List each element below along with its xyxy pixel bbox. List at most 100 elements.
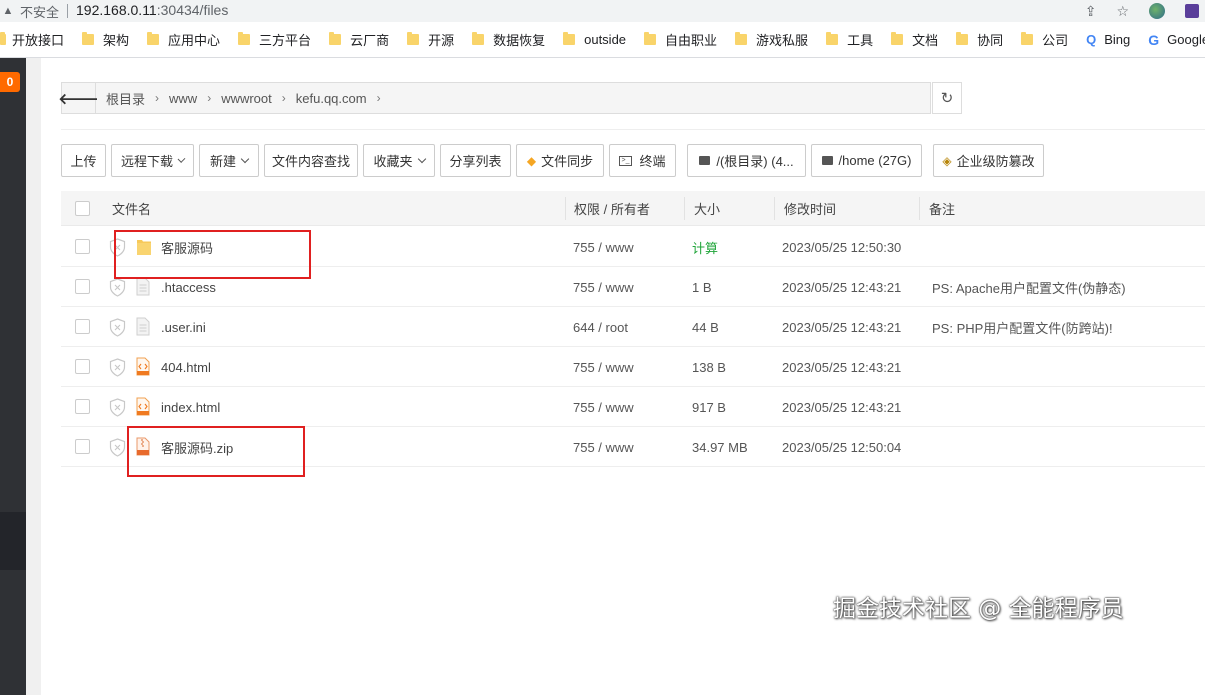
file-modified: 2023/05/25 12:43:21 — [782, 399, 902, 415]
header-name[interactable]: 文件名 — [112, 191, 151, 226]
chevron-down-icon — [240, 154, 250, 163]
disk-home-label: /home (27G) — [838, 153, 912, 168]
breadcrumb-label: wwwroot — [221, 90, 272, 106]
file-permission[interactable]: 755 / www — [573, 227, 634, 267]
security-warning[interactable]: ▲ 不安全 — [2, 2, 59, 21]
sidebar-active-item[interactable] — [0, 512, 26, 570]
row-checkbox[interactable] — [75, 439, 90, 454]
file-icon — [136, 277, 150, 296]
breadcrumb-item[interactable]: wwwroot — [221, 91, 272, 106]
breadcrumb-label: kefu.qq.com — [295, 90, 367, 106]
disk-home-button[interactable]: /home (27G) — [811, 144, 922, 177]
table-row[interactable]: .user.ini 644 / root 44 B 2023/05/25 12:… — [61, 307, 1205, 347]
chevron-right-icon[interactable]: › — [377, 91, 381, 105]
bookmark-item[interactable]: 数据恢复 — [472, 22, 545, 58]
calculate-size-link[interactable]: 计算 — [692, 227, 718, 267]
terminal-button[interactable]: >_ 终端 — [609, 144, 676, 177]
file-permission[interactable]: 644 / root — [573, 307, 628, 347]
file-note[interactable]: PS: Apache用户配置文件(伪静态) — [932, 267, 1126, 307]
folder-icon — [956, 32, 969, 45]
bookmark-item[interactable]: 协同 — [956, 22, 1003, 58]
column-separator — [774, 197, 775, 220]
refresh-button[interactable]: ↻ — [932, 82, 962, 114]
bookmark-item[interactable]: 文档 — [891, 22, 938, 58]
folder-icon — [329, 32, 342, 45]
column-separator — [919, 197, 920, 220]
new-button[interactable]: 新建 — [199, 144, 259, 177]
file-name[interactable]: 404.html — [161, 347, 211, 387]
bookmark-item[interactable]: Q Bing — [1086, 22, 1130, 58]
table-row[interactable]: index.html 755 / www 917 B 2023/05/25 12… — [61, 387, 1205, 427]
shield-icon[interactable] — [109, 358, 126, 377]
file-modified: 2023/05/25 12:43:21 — [782, 319, 902, 335]
bookmark-label: 数据恢复 — [493, 33, 546, 48]
header-note: 备注 — [929, 202, 956, 217]
row-checkbox[interactable] — [75, 239, 90, 254]
search-icon: Q — [1086, 32, 1097, 47]
row-checkbox[interactable] — [75, 319, 90, 334]
shield-icon[interactable] — [109, 278, 126, 297]
sidebar-gutter — [26, 58, 41, 695]
row-checkbox[interactable] — [75, 359, 90, 374]
bookmark-item[interactable]: 开放接口 — [0, 22, 64, 58]
row-checkbox[interactable] — [75, 279, 90, 294]
disk-icon — [699, 156, 711, 165]
bookmark-item[interactable]: 三方平台 — [238, 22, 311, 58]
bookmark-item[interactable]: 公司 — [1021, 22, 1068, 58]
chevron-right-icon: › — [281, 91, 286, 105]
bookmark-item[interactable]: 应用中心 — [147, 22, 220, 58]
bookmark-item[interactable]: G Google — [1148, 22, 1205, 58]
row-checkbox[interactable] — [75, 399, 90, 414]
bookmark-star-icon[interactable]: ☆ — [1116, 3, 1129, 20]
bookmark-item[interactable]: 工具 — [826, 22, 873, 58]
file-permission[interactable]: 755 / www — [573, 427, 634, 467]
refresh-icon: ↻ — [940, 90, 954, 107]
tamper-proof-button[interactable]: ◈ 企业级防篡改 — [933, 144, 1044, 177]
shield-icon[interactable] — [109, 318, 126, 337]
bookmark-item[interactable]: 开源 — [407, 22, 454, 58]
shield-icon[interactable] — [109, 398, 126, 417]
extension-icon[interactable] — [1185, 4, 1199, 18]
url-field[interactable]: 192.168.0.11:30434/files — [76, 2, 228, 20]
file-name[interactable]: index.html — [161, 387, 220, 427]
breadcrumb-item[interactable]: www — [169, 91, 197, 106]
bookmark-label: Google — [1167, 32, 1205, 47]
header-permission[interactable]: 权限 / 所有者 — [574, 191, 650, 226]
share-list-button[interactable]: 分享列表 — [440, 144, 511, 177]
file-modified: 2023/05/25 12:50:30 — [782, 239, 902, 255]
disk-icon — [821, 156, 833, 165]
bookmark-item[interactable]: 自由职业 — [644, 22, 717, 58]
globe-extension-icon[interactable] — [1149, 3, 1165, 19]
share-icon[interactable]: ⇪ — [1085, 3, 1097, 20]
bookmark-label: Bing — [1104, 32, 1131, 47]
bookmark-item[interactable]: 架构 — [82, 22, 129, 58]
file-permission[interactable]: 755 / www — [573, 267, 634, 307]
file-toolbar: 上传 远程下载 新建 文件内容查找 收藏夹 分享列表 ◆ 文件同步 >_ 终端 /(… — [61, 144, 1044, 177]
shield-icon[interactable] — [109, 438, 126, 457]
table-row[interactable]: 404.html 755 / www 138 B 2023/05/25 12:4… — [61, 347, 1205, 387]
back-arrow-icon[interactable]: 🡐 — [58, 83, 99, 113]
bookmark-item[interactable]: outside — [563, 22, 626, 58]
file-sync-button[interactable]: ◆ 文件同步 — [516, 144, 604, 177]
breadcrumb-item[interactable]: kefu.qq.com — [296, 91, 367, 106]
file-sync-label: 文件同步 — [541, 154, 594, 169]
select-all-checkbox[interactable] — [75, 201, 90, 216]
header-size[interactable]: 大小 — [694, 191, 720, 226]
file-size: 44 B — [692, 319, 719, 335]
breadcrumb-item[interactable]: 根目录 — [106, 89, 145, 108]
header-modified[interactable]: 修改时间 — [784, 191, 836, 226]
file-modified: 2023/05/25 12:43:21 — [782, 359, 902, 375]
favorites-button[interactable]: 收藏夹 — [363, 144, 435, 177]
file-size: 917 B — [692, 399, 726, 415]
bookmark-item[interactable]: 游戏私服 — [735, 22, 808, 58]
bookmark-item[interactable]: 云厂商 — [329, 22, 389, 58]
file-name[interactable]: .user.ini — [161, 307, 206, 347]
file-note[interactable]: PS: PHP用户配置文件(防跨站)! — [932, 307, 1113, 347]
notification-badge[interactable]: 0 — [0, 72, 20, 92]
disk-root-button[interactable]: /(根目录) (4... — [687, 144, 806, 177]
file-permission[interactable]: 755 / www — [573, 347, 634, 387]
remote-download-button[interactable]: 远程下载 — [111, 144, 194, 177]
file-permission[interactable]: 755 / www — [573, 387, 634, 427]
upload-button[interactable]: 上传 — [61, 144, 106, 177]
content-search-button[interactable]: 文件内容查找 — [264, 144, 358, 177]
